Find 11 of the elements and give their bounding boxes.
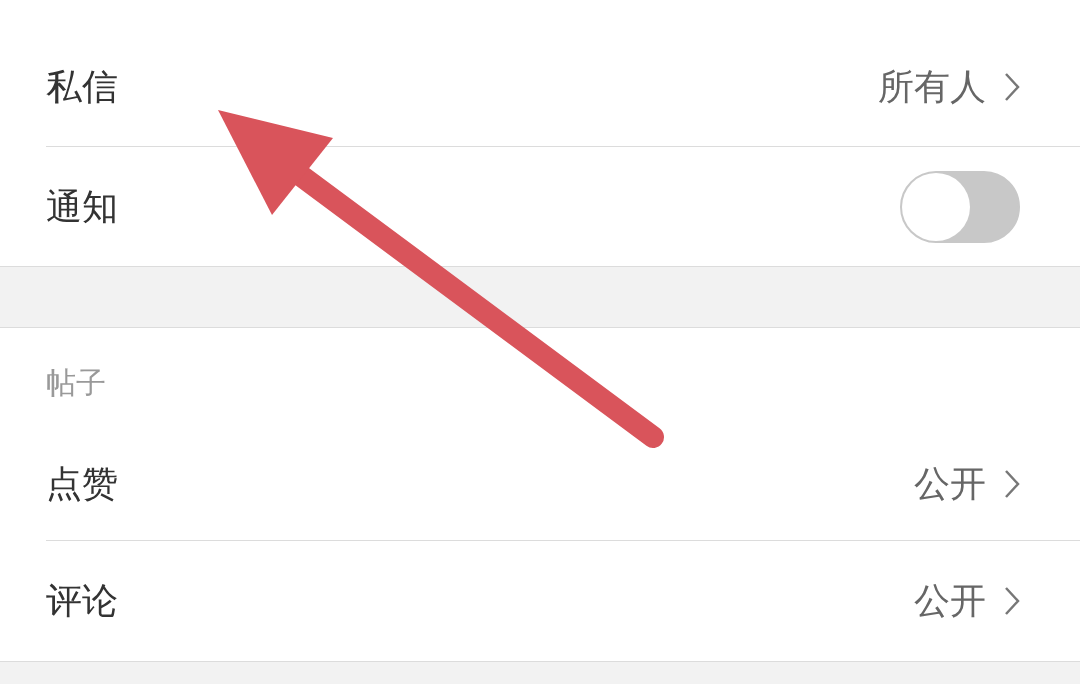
setting-value[interactable]: 所有人 — [878, 60, 1020, 114]
section-header: 帖子 — [46, 365, 107, 401]
chevron-icon — [1004, 468, 1020, 499]
chevron-icon — [1004, 72, 1020, 102]
chevron-icon — [1004, 586, 1020, 616]
setting-value[interactable]: 公开 — [914, 456, 1020, 511]
setting-value[interactable]: 公开 — [914, 574, 1020, 628]
setting-label: 评论 — [46, 579, 118, 623]
setting-label: 点赞 — [46, 461, 118, 506]
setting-label: 通知 — [46, 184, 118, 229]
setting-label: 私信 — [46, 65, 118, 109]
